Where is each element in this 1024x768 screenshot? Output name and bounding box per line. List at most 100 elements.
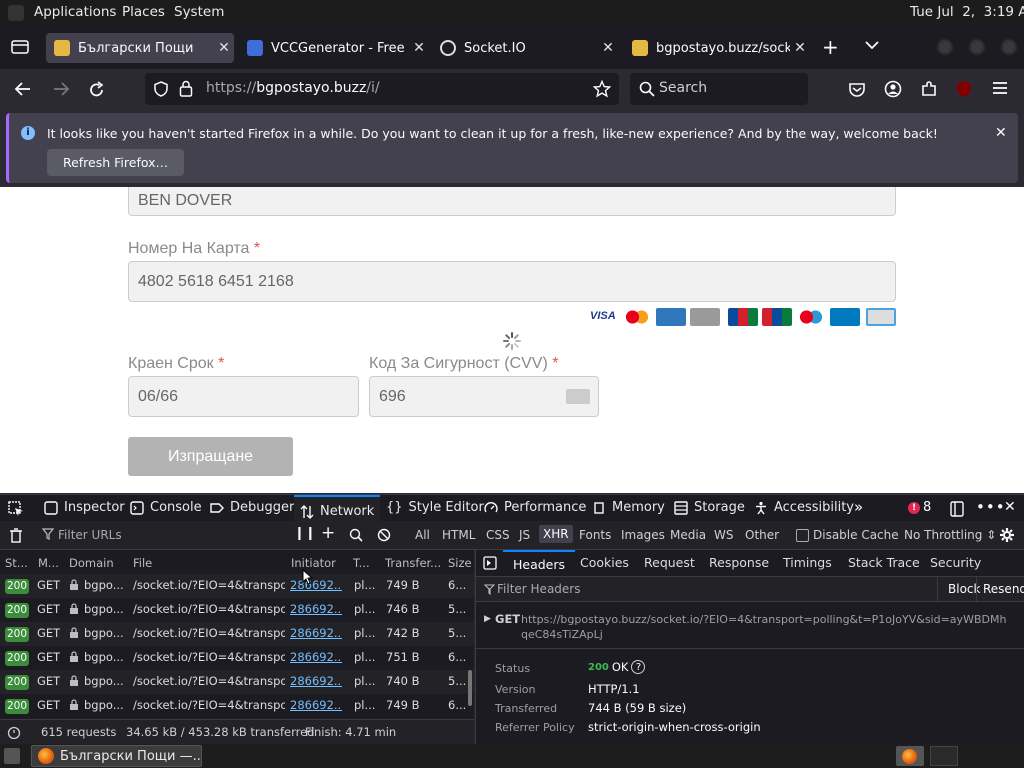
tab-request[interactable]: Request — [644, 555, 695, 570]
close-tab-icon[interactable]: ✕ — [214, 40, 234, 56]
table-row[interactable]: 200 GET bgpo... /socket.io/?EIO=4&transport… — [0, 670, 474, 694]
close-tab-icon[interactable]: ✕ — [409, 40, 429, 56]
filter-fonts[interactable]: Fonts — [579, 528, 611, 542]
system-logo-icon[interactable] — [8, 5, 24, 21]
tab-bulgarian-post[interactable]: Български Пощи ✕ — [46, 33, 234, 63]
list-all-tabs-icon[interactable] — [864, 38, 880, 52]
filter-urls-input[interactable]: Filter URLs — [58, 528, 122, 542]
taskbar-window-button[interactable]: Български Пощи —... — [31, 745, 202, 767]
request-url[interactable]: https://bgpostayo.buzz/socket.io/?EIO=4&… — [521, 612, 1011, 642]
expand-request-icon[interactable]: ▶ — [484, 614, 491, 624]
initiator-link[interactable]: 286692... — [290, 698, 342, 712]
more-tools-icon[interactable]: » — [854, 498, 863, 516]
extensions-icon[interactable] — [920, 80, 938, 98]
filter-images[interactable]: Images — [621, 528, 665, 542]
requests-scrollbar[interactable] — [468, 670, 472, 706]
throttling-select[interactable]: No Throttling ⇕ — [904, 528, 996, 542]
menu-applications[interactable]: Applications — [34, 4, 116, 20]
initiator-link[interactable]: 286692... — [290, 674, 342, 688]
close-devtools-icon[interactable]: ✕ — [1004, 499, 1016, 515]
url-bar[interactable]: https://bgpostayo.buzz/i/ — [145, 73, 619, 105]
error-count-badge[interactable]: ! 8 — [908, 500, 931, 515]
initiator-link[interactable]: 286692... — [290, 626, 342, 640]
cardholder-name-field[interactable]: BEN DOVER — [128, 187, 896, 216]
workspace-2[interactable] — [930, 746, 958, 766]
filter-xhr[interactable]: XHR — [539, 525, 573, 543]
tab-headers[interactable]: Headers — [503, 550, 576, 578]
filter-media[interactable]: Media — [670, 528, 706, 542]
filter-html[interactable]: HTML — [442, 528, 475, 542]
tab-security[interactable]: Security — [930, 555, 981, 570]
close-window-icon[interactable] — [1000, 38, 1018, 56]
filter-ws[interactable]: WS — [714, 528, 733, 542]
url-text[interactable]: https://bgpostayo.buzz/i/ — [206, 80, 380, 96]
devtools-menu-icon[interactable]: ••• — [976, 498, 1006, 516]
search-requests-icon[interactable] — [349, 528, 363, 542]
workspace-switcher[interactable] — [896, 746, 924, 766]
table-row[interactable]: 200 GET bgpo... /socket.io/?EIO=4&transport… — [0, 574, 474, 598]
filter-all[interactable]: All — [415, 528, 430, 542]
help-icon[interactable]: ? — [631, 660, 646, 674]
trash-icon[interactable] — [9, 528, 23, 543]
search-bar[interactable]: Search — [630, 73, 808, 105]
tab-bgpostayo-socket[interactable]: bgpostayo.buzz/socket.i ✕ — [624, 33, 810, 63]
tab-accessibility[interactable]: Accessibility — [754, 500, 854, 515]
tab-inspector[interactable]: Inspector — [44, 500, 125, 515]
tab-cookies[interactable]: Cookies — [580, 555, 629, 570]
firefox-view-icon[interactable] — [11, 39, 29, 55]
forward-icon[interactable] — [52, 81, 70, 97]
menu-system[interactable]: System — [174, 4, 224, 20]
network-settings-gear-icon[interactable] — [999, 527, 1015, 543]
card-number-field[interactable]: 4802 5618 6451 2168 — [128, 261, 896, 302]
tab-storage[interactable]: Storage — [674, 500, 745, 515]
tab-timings[interactable]: Timings — [783, 555, 832, 570]
stopwatch-icon[interactable] — [7, 725, 21, 739]
reload-icon[interactable] — [88, 81, 106, 99]
filter-js[interactable]: JS — [519, 528, 530, 542]
initiator-link[interactable]: 286692... — [290, 578, 342, 592]
tab-response[interactable]: Response — [709, 555, 769, 570]
toggle-sidebar-icon[interactable] — [483, 556, 497, 570]
table-row[interactable]: 200 GET bgpo... /socket.io/?EIO=4&transport… — [0, 598, 474, 622]
add-request-icon[interactable]: + — [321, 523, 335, 543]
resend-button[interactable]: Resend — [976, 577, 1024, 601]
tab-vccgenerator[interactable]: VCCGenerator - Free Cr ✕ — [239, 33, 429, 63]
back-icon[interactable] — [14, 81, 32, 97]
block-button[interactable]: Block — [937, 577, 980, 601]
refresh-firefox-button[interactable]: Refresh Firefox… — [47, 149, 184, 176]
expiry-field[interactable]: 06/66 — [128, 376, 359, 417]
initiator-link[interactable]: 286692... — [290, 602, 342, 616]
account-icon[interactable] — [884, 80, 902, 98]
tab-memory[interactable]: Memory — [592, 500, 665, 515]
dock-side-icon[interactable] — [950, 501, 964, 517]
bookmark-star-icon[interactable] — [593, 80, 611, 98]
disable-cache-checkbox[interactable] — [796, 529, 809, 542]
pocket-icon[interactable] — [848, 81, 866, 97]
close-tab-icon[interactable]: ✕ — [790, 40, 810, 56]
maximize-window-icon[interactable] — [968, 38, 986, 56]
tab-network[interactable]: Network — [294, 495, 381, 521]
close-tab-icon[interactable]: ✕ — [598, 40, 618, 56]
minimize-window-icon[interactable] — [936, 38, 954, 56]
cvv-field[interactable]: 696 — [369, 376, 599, 417]
submit-button[interactable]: Изпращане — [128, 437, 293, 476]
menu-places[interactable]: Places — [122, 4, 165, 20]
initiator-link[interactable]: 286692... — [290, 650, 342, 664]
pause-icon[interactable]: ❙❙ — [294, 526, 316, 541]
clock[interactable]: Tue Jul 2, 3:19 AM — [910, 4, 1024, 20]
table-row[interactable]: 200 GET bgpo... /socket.io/?EIO=4&transport… — [0, 646, 474, 670]
block-requests-icon[interactable] — [377, 528, 391, 542]
tracking-protection-icon[interactable] — [153, 81, 169, 97]
tab-debugger[interactable]: Debugger — [210, 500, 294, 515]
show-desktop-icon[interactable] — [4, 748, 20, 764]
table-row[interactable]: 200 GET bgpo... /socket.io/?EIO=4&transport… — [0, 622, 474, 646]
element-picker-icon[interactable] — [8, 501, 24, 517]
tab-stack-trace[interactable]: Stack Trace — [848, 555, 920, 570]
tab-performance[interactable]: Performance — [484, 500, 586, 515]
tab-style-editor[interactable]: {} Style Editor — [386, 500, 484, 515]
table-row[interactable]: 200 GET bgpo... /socket.io/?EIO=4&transport… — [0, 694, 474, 718]
filter-headers-input[interactable]: Filter Headers — [497, 582, 580, 596]
tab-socketio[interactable]: Socket.IO ✕ — [432, 33, 618, 63]
new-tab-button[interactable]: + — [822, 35, 839, 59]
ublock-origin-icon[interactable] — [955, 80, 973, 98]
